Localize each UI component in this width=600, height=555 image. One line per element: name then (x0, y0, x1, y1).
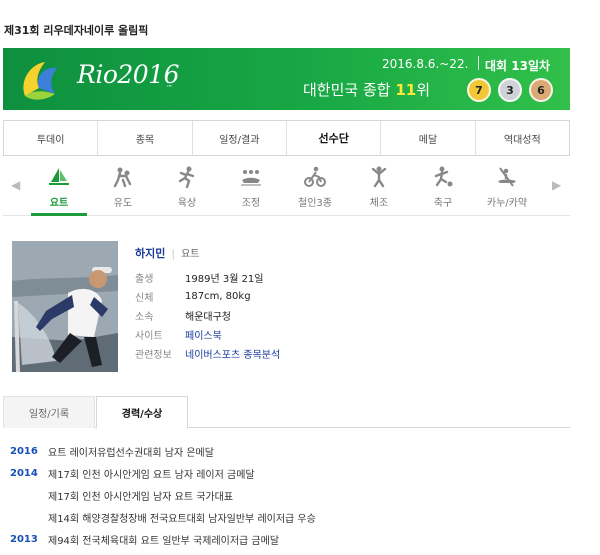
sport-item-sailing[interactable]: 요트 (31, 166, 87, 216)
info-key: 관련정보 (135, 350, 172, 361)
sport-item-gymnastics[interactable]: 체조 (351, 166, 407, 209)
career-text: 제94회 전국체육대회 요트 일반부 국제레이저급 금메달 (48, 535, 280, 547)
tab-medals[interactable]: 메달 (381, 121, 476, 155)
sport-label: 카누/카약 (486, 198, 528, 209)
athlete-photo-image (12, 241, 118, 372)
list-item: 제14회 해양경찰청장배 전국요트대회 남자일반부 레이저급 우승 (10, 506, 316, 528)
sport-label: 요트 (49, 198, 69, 209)
list-item: 2016 요트 레이저유럽선수권대회 남자 은메달 (10, 440, 316, 462)
career-text: 제17회 인천 아시안게임 남자 요트 국가대표 (48, 491, 234, 503)
athlete-header: 하지민 | 요트 (135, 245, 200, 261)
tab-schedule-records[interactable]: 일정/기록 (3, 396, 95, 428)
list-item: 2013 제94회 전국체육대회 요트 일반부 국제레이저급 금메달 (10, 528, 316, 550)
sport-label: 육상 (177, 198, 197, 209)
career-year: 2013 (10, 533, 38, 545)
sport-label: 체조 (369, 198, 389, 209)
list-item: 제17회 인천 아시안게임 남자 요트 국가대표 (10, 484, 316, 506)
info-key: 사이트 (135, 331, 163, 342)
sport-item-rowing[interactable]: 조정 (223, 166, 279, 209)
career-year: 2016 (10, 445, 38, 457)
sport-label: 축구 (433, 198, 453, 209)
banner-divider (478, 56, 479, 70)
career-text: 제14회 해양경찰청장배 전국요트대회 남자일반부 레이저급 우승 (48, 513, 316, 525)
sailing-icon (49, 168, 69, 185)
overall-rank: 대한민국 종합 11위 (303, 79, 430, 100)
tab-today[interactable]: 투데이 (4, 121, 99, 155)
info-row-site: 사이트 페이스북 (135, 325, 280, 344)
info-key: 소속 (135, 312, 154, 323)
info-value: 187cm, 80kg (185, 291, 251, 302)
career-list: 2016 요트 레이저유럽선수권대회 남자 은메달 2014 제17회 인천 아… (10, 440, 316, 550)
event-day: 대회 13일차 (485, 59, 551, 73)
page-title: 제31회 리우데자네이루 올림픽 (4, 24, 149, 37)
sport-carousel: ◀ 요트 유도 육상 조정 철인3종 체조 축구 카누/카약 ▶ (3, 160, 570, 216)
rio-logo-text: Rio2016 (77, 60, 180, 89)
sport-item-canoe[interactable]: 카누/카약 (479, 166, 535, 209)
career-year: 2014 (10, 467, 38, 479)
tab-schedule-results[interactable]: 일정/결과 (192, 121, 287, 155)
athlete-photo (12, 241, 118, 372)
event-dates: 2016.8.6.~22. (382, 57, 469, 71)
info-value: 1989년 3월 21일 (185, 274, 264, 285)
tab-career-awards[interactable]: 경력/수상 (96, 396, 188, 429)
facebook-link[interactable]: 페이스북 (185, 327, 222, 342)
gold-medal-count: 7 (467, 78, 491, 102)
rank-suffix: 위 (416, 81, 431, 99)
rio-logo-icon (23, 62, 57, 100)
sport-item-football[interactable]: 축구 (415, 166, 471, 209)
naver-sports-link[interactable]: 네이버스포츠 종목분석 (185, 346, 280, 361)
info-key: 출생 (135, 274, 154, 285)
sport-item-judo[interactable]: 유도 (95, 166, 151, 209)
tab-history[interactable]: 역대성적 (475, 121, 569, 155)
gymnastics-icon (371, 166, 387, 188)
silver-medal-count: 3 (498, 78, 522, 102)
sport-item-triathlon[interactable]: 철인3종 (287, 166, 343, 209)
sport-label: 유도 (113, 198, 133, 209)
athlete-sport: 요트 (181, 249, 200, 260)
sport-label: 철인3종 (298, 198, 332, 209)
carousel-prev-icon[interactable]: ◀ (11, 178, 20, 192)
football-icon (434, 166, 453, 187)
athlete-name: 하지민 (135, 247, 166, 260)
rank-value: 11 (395, 81, 417, 99)
bronze-medal-count: 6 (529, 78, 553, 102)
sport-item-athletics[interactable]: 육상 (159, 166, 215, 209)
info-key: 신체 (135, 293, 154, 304)
rank-prefix: 대한민국 종합 (303, 81, 396, 99)
athlete-info: 출생 1989년 3월 21일 신체 187cm, 80kg 소속 해운대구청 … (135, 268, 280, 363)
info-row-team: 소속 해운대구청 (135, 306, 280, 325)
list-item: 2014 제17회 인천 아시안게임 요트 남자 레이저 금메달 (10, 462, 316, 484)
triathlon-icon (304, 166, 326, 187)
tab-athletes[interactable]: 선수단 (286, 121, 382, 155)
career-text: 제17회 인천 아시안게임 요트 남자 레이저 금메달 (48, 469, 255, 481)
olympics-banner[interactable]: Rio2016 ™ 2016.8.6.~22. 대회 13일차 대한민국 종합 … (3, 48, 570, 110)
athletics-icon (178, 166, 195, 188)
info-value: 해운대구청 (185, 312, 231, 323)
info-row-body: 신체 187cm, 80kg (135, 287, 280, 306)
name-divider: | (171, 247, 176, 260)
judo-icon (113, 167, 132, 188)
main-tabs: 투데이 종목 일정/결과 선수단 메달 역대성적 (3, 120, 570, 156)
info-row-birth: 출생 1989년 3월 21일 (135, 268, 280, 287)
athlete-subtabs: 일정/기록 경력/수상 (3, 396, 570, 429)
info-row-related: 관련정보 네이버스포츠 종목분석 (135, 344, 280, 363)
carousel-next-icon[interactable]: ▶ (552, 178, 561, 192)
rowing-icon (241, 170, 261, 186)
tab-sports[interactable]: 종목 (98, 121, 193, 155)
logo-trademark: ™ (166, 84, 173, 92)
canoe-icon (498, 167, 516, 187)
sport-label: 조정 (241, 198, 261, 209)
career-text: 요트 레이저유럽선수권대회 남자 은메달 (48, 447, 214, 459)
